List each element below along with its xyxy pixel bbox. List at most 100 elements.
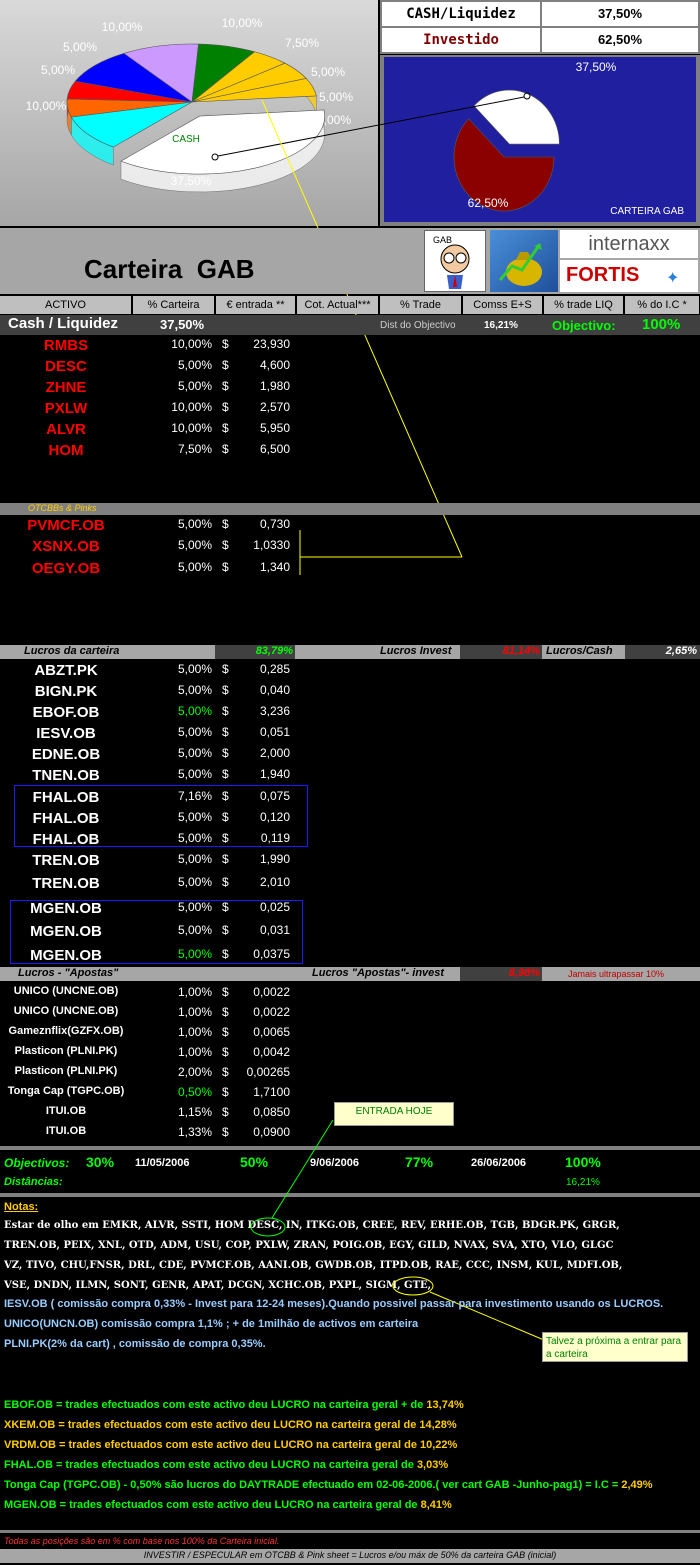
row-currency: $	[222, 358, 229, 372]
table-row: UNICO (UNCNE.OB) 1,00% $0,0022	[0, 985, 700, 1006]
row-pct: 5,00%	[177, 746, 212, 760]
footer-separator	[0, 1530, 700, 1533]
row-currency: $	[222, 725, 229, 739]
row-currency: $	[222, 538, 229, 552]
row-entrada: 0,00265	[246, 1065, 290, 1079]
row-pct: 1,00%	[177, 985, 212, 999]
row-activo: IESV.OB	[36, 725, 96, 742]
row-pct: 5,00%	[177, 662, 212, 676]
row-pct: 10,00%	[171, 337, 212, 351]
row-currency: $	[222, 400, 229, 414]
gab-logo-text: GAB	[433, 235, 452, 245]
row-currency: $	[222, 379, 229, 393]
trade-note: VRDM.OB = trades efectuados com este act…	[4, 1439, 457, 1451]
table-row: ABZT.PK 5,00% $0,285	[0, 662, 700, 683]
row-entrada: 2,010	[259, 875, 290, 889]
row-entrada: 0,040	[259, 683, 290, 697]
trade-note-text: MGEN.OB = trades efectuados com este act…	[4, 1499, 421, 1511]
row-pct: 10,00%	[171, 400, 212, 414]
row-entrada: 0,0022	[253, 985, 290, 999]
table-row: Gameznflix(GZFX.OB) 1,00% $0,0065	[0, 1025, 700, 1046]
otc-bar	[0, 503, 700, 515]
trade-note-text: XKEM.OB = trades efectuados com este act…	[4, 1419, 420, 1431]
col-comss: Comss E+S	[463, 296, 543, 314]
row-pct: 1,00%	[177, 1025, 212, 1039]
bag-logo	[490, 230, 558, 292]
row-activo: EDNE.OB	[31, 746, 101, 763]
row-entrada: 0,0042	[253, 1045, 290, 1059]
col-trade-liq: % trade LIQ	[544, 296, 624, 314]
row-currency: $	[222, 704, 229, 718]
fortis-logo: FORTIS ✦	[560, 260, 698, 292]
row-pct: 2,00%	[177, 1065, 212, 1079]
row-currency: $	[222, 517, 229, 531]
row-entrada: 1,0330	[253, 538, 290, 552]
apostas-label: Lucros - "Apostas"	[18, 967, 119, 979]
table-row: RMBS 10,00% $23,930	[0, 337, 700, 358]
row-entrada: 0,0022	[253, 1005, 290, 1019]
row-entrada: 2,000	[259, 746, 290, 760]
trade-note-value: 8,41%	[420, 1499, 452, 1511]
talvez-note: Talvez a próxima a entrar para a carteir…	[542, 1332, 688, 1362]
row-activo: TREN.OB	[32, 875, 100, 892]
trade-note-value: 10,22%	[420, 1439, 458, 1451]
row-currency: $	[222, 560, 229, 574]
row-activo: UNICO (UNCNE.OB)	[13, 1005, 119, 1017]
trade-note-value: 3,03%	[416, 1459, 449, 1471]
row-activo: UNICO (UNCNE.OB)	[13, 985, 119, 997]
lucros-cash-value: 2,65%	[665, 645, 697, 657]
row-activo: ZHNE	[45, 379, 87, 396]
row-currency: $	[222, 746, 229, 760]
row-activo: EBOF.OB	[32, 704, 100, 721]
row-activo: RMBS	[43, 337, 89, 354]
row-pct: 5,00%	[177, 725, 212, 739]
info-unico: UNICO(UNCN.OB) comissão compra 1,1% ; + …	[4, 1318, 419, 1330]
row-entrada: 0,730	[259, 517, 290, 531]
row-entrada: 5,950	[259, 421, 290, 435]
row-entrada: 23,930	[253, 337, 290, 351]
trade-note-text: FHAL.OB = trades efectuados com este act…	[4, 1459, 417, 1471]
trade-note-value: 13,74%	[426, 1399, 464, 1411]
row-pct: 5,00%	[177, 358, 212, 372]
cash-row-obj-value: 100%	[642, 316, 681, 333]
trade-note: FHAL.OB = trades efectuados com este act…	[4, 1459, 448, 1471]
lucros-cash-label: Lucros/Cash	[546, 645, 613, 657]
row-entrada: 0,285	[259, 662, 290, 676]
row-activo: HOM	[48, 442, 84, 459]
col-entrada: € entrada **	[216, 296, 296, 314]
table-row: IESV.OB 5,00% $0,051	[0, 725, 700, 746]
trade-note: MGEN.OB = trades efectuados com este act…	[4, 1499, 452, 1511]
trade-note-text: VRDM.OB = trades efectuados com este act…	[4, 1439, 420, 1451]
trade-note: Tonga Cap (TGPC.OB) - 0,50% são lucros d…	[4, 1479, 653, 1491]
row-entrada: 1,990	[259, 852, 290, 866]
row-currency: $	[222, 337, 229, 351]
table-row: ZHNE 5,00% $1,980	[0, 379, 700, 400]
table-row: XSNX.OB 5,00% $1,0330	[0, 538, 700, 559]
col-trade: % Trade	[380, 296, 462, 314]
row-activo: XSNX.OB	[32, 538, 100, 555]
lucros-invest-label: Lucros Invest	[380, 645, 452, 657]
cash-row-dist-value: 16,21%	[484, 320, 518, 331]
internaxx-logo: internaxx	[560, 230, 698, 258]
trade-note: XKEM.OB = trades efectuados com este act…	[4, 1419, 457, 1431]
row-pct: 5,00%	[177, 852, 212, 866]
row-currency: $	[222, 1005, 229, 1019]
row-activo: TNEN.OB	[32, 767, 100, 784]
row-activo: DESC	[45, 358, 87, 375]
lucros-label: Lucros da carteira	[24, 645, 120, 657]
row-entrada: 2,570	[259, 400, 290, 414]
fhal-group-box	[14, 785, 308, 847]
row-currency: $	[222, 1065, 229, 1079]
page-title: Carteira GAB	[84, 254, 255, 284]
row-pct: 1,00%	[177, 1045, 212, 1059]
cash-row-label: Cash / Liquidez	[8, 315, 119, 332]
row-currency: $	[222, 442, 229, 456]
col-activo: ACTIVO	[0, 296, 132, 314]
col-cot: Cot. Actual***	[297, 296, 379, 314]
row-entrada: 1,940	[259, 767, 290, 781]
info-plni: PLNI.PK(2% da cart) , comissão de compra…	[4, 1338, 266, 1350]
gab-logo: GAB	[424, 230, 486, 292]
table-row: TREN.OB 5,00% $1,990	[0, 852, 700, 873]
col-carteira: % Carteira	[133, 296, 215, 314]
row-activo: Plasticon (PLNI.PK)	[14, 1065, 118, 1077]
